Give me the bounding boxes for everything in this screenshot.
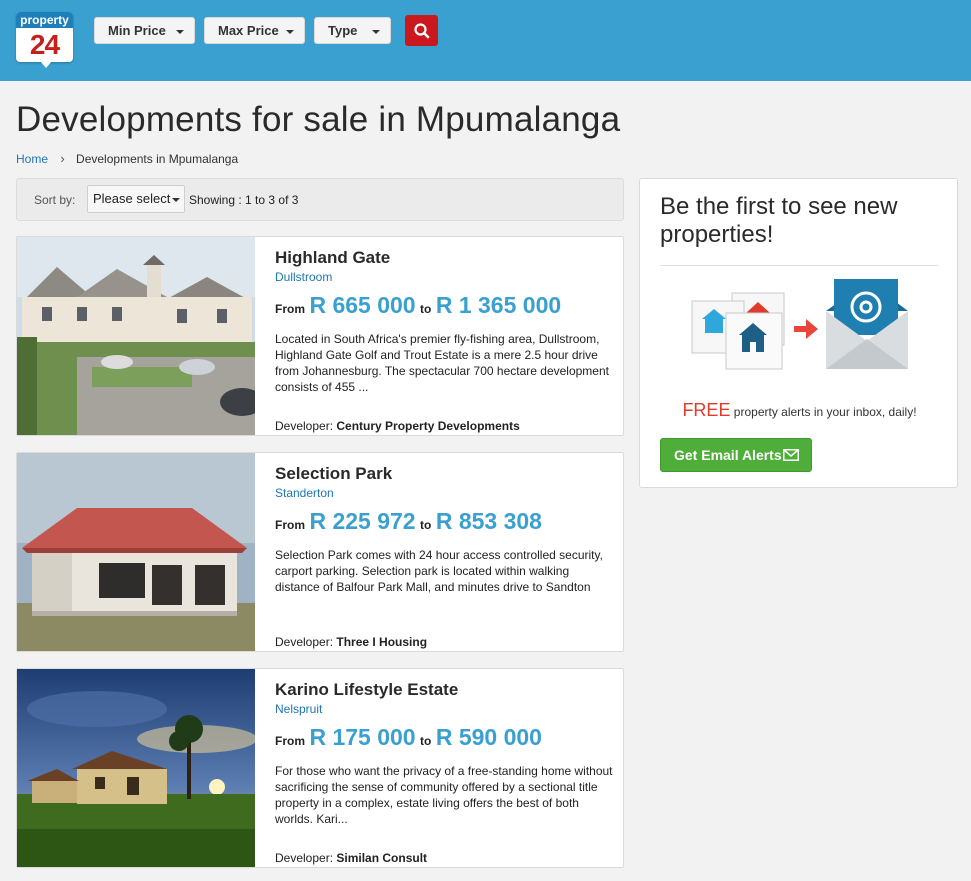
email-alert-panel: Be the first to see new properties! FREE… [639, 178, 958, 488]
price-to-value: R 590 000 [435, 724, 542, 750]
listing-price: From R 175 000 to R 590 000 [275, 724, 542, 751]
listing-developer: Developer: Similan Consult [275, 851, 427, 865]
sort-select[interactable]: Please select [87, 185, 185, 213]
listing-card[interactable]: Karino Lifestyle Estate Nelspruit From R… [16, 668, 624, 868]
developer-label: Developer: [275, 635, 334, 649]
page-title: Developments for sale in Mpumalanga [16, 100, 621, 139]
price-from-value: R 665 000 [309, 292, 416, 318]
price-from-label: From [275, 734, 305, 748]
caret-down-icon [286, 30, 294, 34]
developer-name: Similan Consult [336, 851, 428, 865]
logo-pointer [40, 61, 52, 68]
type-label: Type [328, 23, 358, 38]
divider [660, 265, 938, 266]
listing-description: Located in South Africa's premier fly-fi… [275, 332, 609, 394]
listing-card[interactable]: Selection Park Standerton From R 225 972… [16, 452, 624, 652]
free-alerts-text: FREE property alerts in your inbox, dail… [640, 400, 959, 421]
developer-label: Developer: [275, 851, 334, 865]
free-label: FREE [682, 400, 731, 420]
price-from-value: R 175 000 [309, 724, 416, 750]
listing-description: Selection Park comes with 24 hour access… [275, 548, 603, 594]
min-price-dropdown[interactable]: Min Price [94, 17, 195, 44]
listing-photo[interactable] [17, 669, 255, 867]
price-to-value: R 853 308 [435, 508, 542, 534]
type-dropdown[interactable]: Type [314, 17, 391, 44]
sort-bar: Sort by: Please select Showing : 1 to 3 … [16, 178, 624, 221]
listing-info: Highland Gate Dullstroom From R 665 000 … [275, 237, 613, 435]
breadcrumb-home-link[interactable]: Home [16, 152, 48, 166]
breadcrumb: Home › Developments in Mpumalanga [16, 151, 238, 166]
listing-suburb[interactable]: Standerton [275, 486, 334, 500]
results-count: Showing : 1 to 3 of 3 [189, 193, 299, 207]
breadcrumb-current: Developments in Mpumalanga [76, 152, 239, 166]
envelope-icon [783, 449, 799, 461]
caret-down-icon [372, 30, 380, 34]
price-from-value: R 225 972 [309, 508, 416, 534]
price-to-label: to [420, 734, 432, 748]
listing-developer: Developer: Three I Housing [275, 635, 427, 649]
listing-title[interactable]: Highland Gate [275, 248, 390, 268]
caret-down-icon [176, 30, 184, 34]
sort-selected-value: Please select [93, 191, 171, 206]
logo-number: 24 [29, 29, 60, 60]
max-price-label: Max Price [218, 23, 279, 38]
listing-description: For those who want the privacy of a free… [275, 764, 613, 826]
price-to-value: R 1 365 000 [435, 292, 562, 318]
listing-photo[interactable] [17, 453, 255, 651]
get-email-alerts-label: Get Email Alerts [674, 447, 782, 463]
property24-logo[interactable]: property 24 [16, 12, 73, 68]
listing-info: Selection Park Standerton From R 225 972… [275, 453, 613, 651]
listing-price: From R 225 972 to R 853 308 [275, 508, 542, 535]
developer-name: Three I Housing [336, 635, 428, 649]
max-price-dropdown[interactable]: Max Price [204, 17, 305, 44]
listing-photo[interactable] [17, 237, 255, 435]
listing-suburb[interactable]: Dullstroom [275, 270, 332, 284]
listing-info: Karino Lifestyle Estate Nelspruit From R… [275, 669, 613, 867]
email-alert-illustration [691, 279, 908, 370]
price-to-label: to [420, 518, 432, 532]
listing-developer: Developer: Century Property Developments [275, 419, 520, 433]
top-navigation-bar: property 24 Min Price Max Price Type [0, 0, 971, 81]
listing-price: From R 665 000 to R 1 365 000 [275, 292, 561, 319]
sort-label: Sort by: [34, 193, 76, 207]
get-email-alerts-button[interactable]: Get Email Alerts [660, 438, 812, 472]
free-alerts-description: property alerts in your inbox, daily! [733, 405, 917, 419]
listing-card[interactable]: Highland Gate Dullstroom From R 665 000 … [16, 236, 624, 436]
caret-down-icon [172, 198, 180, 202]
search-icon [414, 23, 430, 39]
listing-title[interactable]: Selection Park [275, 464, 392, 484]
arrow-right-icon [794, 319, 818, 339]
listing-suburb[interactable]: Nelspruit [275, 702, 322, 716]
chevron-right-icon: › [60, 151, 65, 166]
alert-title: Be the first to see new properties! [660, 193, 898, 248]
price-from-label: From [275, 302, 305, 316]
price-to-label: to [420, 302, 432, 316]
developer-label: Developer: [275, 419, 334, 433]
search-button[interactable] [405, 15, 438, 46]
min-price-label: Min Price [108, 23, 166, 38]
developer-name: Century Property Developments [336, 419, 520, 433]
logo-wordmark: property [16, 12, 73, 28]
listing-title[interactable]: Karino Lifestyle Estate [275, 680, 458, 700]
price-from-label: From [275, 518, 305, 532]
